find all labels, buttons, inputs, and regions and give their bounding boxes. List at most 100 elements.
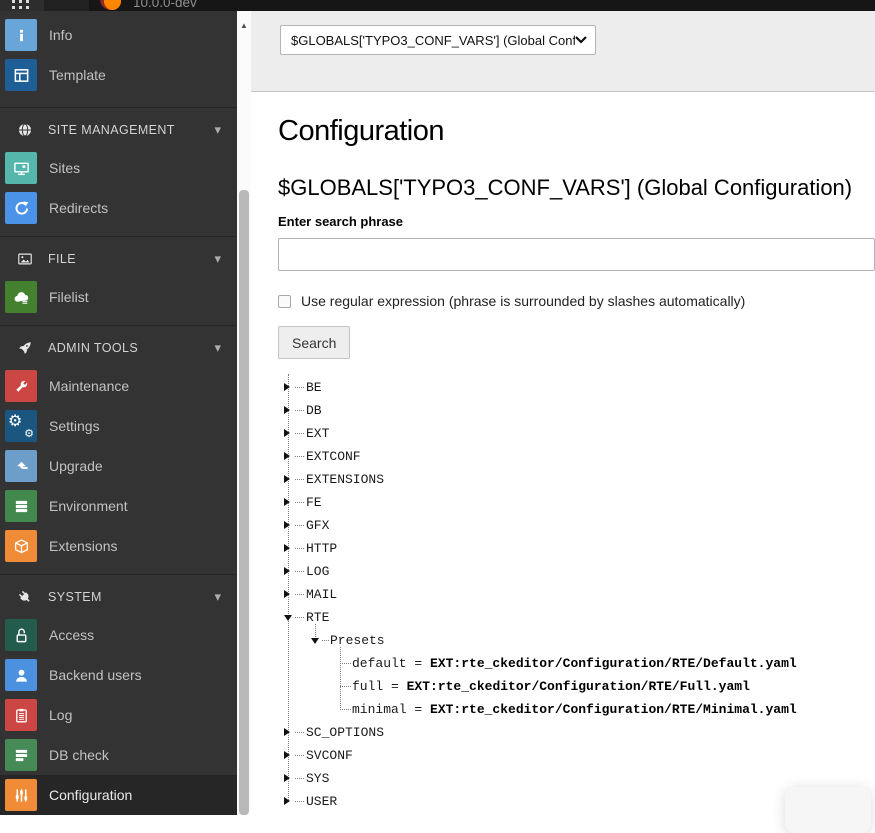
expand-icon[interactable] [284, 590, 290, 598]
sidebar-section-label: SITE MANAGEMENT [48, 123, 214, 137]
sidebar-group: InfoTemplate [0, 11, 237, 108]
tree-node-log[interactable]: LOG [251, 560, 875, 583]
sidebar-section-site-management[interactable]: SITE MANAGEMENT▾ [0, 112, 237, 148]
extensions-icon [5, 530, 37, 562]
tree-node-sys[interactable]: SYS [251, 767, 875, 790]
sidebar-item-sites[interactable]: Sites [0, 148, 237, 188]
rocket-icon [14, 339, 36, 357]
top-bar: 10.0.0-dev [0, 0, 875, 11]
tree-node-label: minimal = EXT:rte_ckeditor/Configuration… [352, 702, 797, 717]
sidebar-item-extensions[interactable]: Extensions [0, 526, 237, 566]
tree-node-label: BE [306, 380, 322, 395]
doc-header: $GLOBALS['TYPO3_CONF_VARS'] (Global Conf… [251, 11, 875, 92]
expand-icon[interactable] [284, 452, 290, 460]
tree-node-db[interactable]: DB [251, 399, 875, 422]
tree-node-label: USER [306, 794, 337, 809]
redirects-icon [5, 192, 37, 224]
sidebar-item-environment[interactable]: Environment [0, 486, 237, 526]
upgrade-icon [5, 450, 37, 482]
sidebar-item-log[interactable]: Log [0, 695, 237, 735]
configuration-selector[interactable]: $GLOBALS['TYPO3_CONF_VARS'] (Global Conf… [280, 25, 596, 55]
tree-node-rte[interactable]: RTE [251, 606, 875, 629]
regex-label: Use regular expression (phrase is surrou… [301, 293, 745, 309]
plug-icon [14, 588, 36, 606]
configuration-selector-value: $GLOBALS['TYPO3_CONF_VARS'] (Global Conf… [291, 33, 575, 48]
file-icon [14, 250, 36, 268]
tree-connector [340, 663, 351, 664]
sidebar-section-admin-tools[interactable]: ADMIN TOOLS▾ [0, 330, 237, 366]
tree-node-mail[interactable]: MAIL [251, 583, 875, 606]
regex-checkbox[interactable] [278, 295, 291, 308]
scrollbar-thumb[interactable] [239, 190, 249, 815]
tree-node-presets[interactable]: Presets [251, 629, 875, 652]
expand-icon[interactable] [284, 797, 290, 805]
chevron-down-icon [575, 36, 587, 44]
sidebar-item-db-check[interactable]: DB check [0, 735, 237, 775]
tree-node-label: HTTP [306, 541, 337, 556]
sidebar-section-system[interactable]: SYSTEM▾ [0, 579, 237, 615]
collapse-icon[interactable] [311, 638, 319, 644]
sidebar-item-configuration[interactable]: Configuration [0, 775, 237, 815]
sidebar-item-filelist[interactable]: Filelist [0, 277, 237, 317]
expand-icon[interactable] [284, 751, 290, 759]
tree-node-ext[interactable]: EXT [251, 422, 875, 445]
sidebar-item-info[interactable]: Info [0, 15, 237, 55]
globe-icon [14, 121, 36, 139]
tree-node-sc-options[interactable]: SC_OPTIONS [251, 721, 875, 744]
tree-node-value: EXT:rte_ckeditor/Configuration/RTE/Full.… [407, 679, 750, 694]
module-menu-button[interactable] [0, 0, 44, 11]
sidebar-item-upgrade[interactable]: Upgrade [0, 446, 237, 486]
expand-icon[interactable] [284, 521, 290, 529]
sidebar-section-file[interactable]: FILE▾ [0, 241, 237, 277]
vertical-scrollbar[interactable]: ▲ [237, 11, 251, 815]
tree-connector [340, 709, 351, 710]
tree-node-label: Presets [330, 633, 385, 648]
tree-connector [295, 502, 304, 503]
search-input[interactable] [278, 238, 875, 271]
tree-node-extconf[interactable]: EXTCONF [251, 445, 875, 468]
scroll-up-button[interactable]: ▲ [237, 22, 251, 30]
sites-icon [5, 152, 37, 184]
sidebar-item-access[interactable]: Access [0, 615, 237, 655]
tree-node-user[interactable]: USER [251, 790, 875, 813]
expand-icon[interactable] [284, 406, 290, 414]
chevron-down-icon: ▾ [214, 251, 221, 267]
tree-node-label: SC_OPTIONS [306, 725, 384, 740]
tree-node-default[interactable]: default = EXT:rte_ckeditor/Configuration… [251, 652, 875, 675]
sidebar-item-backend-users[interactable]: Backend users [0, 655, 237, 695]
sidebar-item-maintenance[interactable]: Maintenance [0, 366, 237, 406]
tree-node-gfx[interactable]: GFX [251, 514, 875, 537]
version-label: 10.0.0-dev [133, 0, 197, 10]
search-button[interactable]: Search [278, 326, 350, 359]
collapse-icon[interactable] [284, 615, 292, 621]
expand-icon[interactable] [284, 544, 290, 552]
expand-icon[interactable] [284, 429, 290, 437]
tree-node-be[interactable]: BE [251, 376, 875, 399]
sidebar-item-label: Maintenance [49, 378, 129, 394]
expand-icon[interactable] [284, 383, 290, 391]
search-label: Enter search phrase [278, 214, 403, 229]
environment-icon [5, 490, 37, 522]
tree-node-svconf[interactable]: SVCONF [251, 744, 875, 767]
expand-icon[interactable] [284, 728, 290, 736]
topbar-logo-segment[interactable] [44, 0, 89, 11]
sidebar-section-label: SYSTEM [48, 590, 214, 604]
expand-icon[interactable] [284, 567, 290, 575]
tree-connector [295, 801, 304, 802]
tree-node-label: FE [306, 495, 322, 510]
sidebar-group: SITE MANAGEMENT▾SitesRedirects [0, 108, 237, 237]
tree-node-extensions[interactable]: EXTENSIONS [251, 468, 875, 491]
maintenance-icon [5, 370, 37, 402]
sidebar-item-redirects[interactable]: Redirects [0, 188, 237, 228]
tree-node-full[interactable]: full = EXT:rte_ckeditor/Configuration/RT… [251, 675, 875, 698]
expand-icon[interactable] [284, 774, 290, 782]
tree-node-http[interactable]: HTTP [251, 537, 875, 560]
sidebar-item-template[interactable]: Template [0, 55, 237, 95]
tree-node-fe[interactable]: FE [251, 491, 875, 514]
sidebar-item-label: Configuration [49, 787, 132, 803]
expand-icon[interactable] [284, 498, 290, 506]
sidebar-item-settings[interactable]: ⚙⚙Settings [0, 406, 237, 446]
chevron-down-icon: ▾ [214, 122, 221, 138]
expand-icon[interactable] [284, 475, 290, 483]
tree-node-minimal[interactable]: minimal = EXT:rte_ckeditor/Configuration… [251, 698, 875, 721]
